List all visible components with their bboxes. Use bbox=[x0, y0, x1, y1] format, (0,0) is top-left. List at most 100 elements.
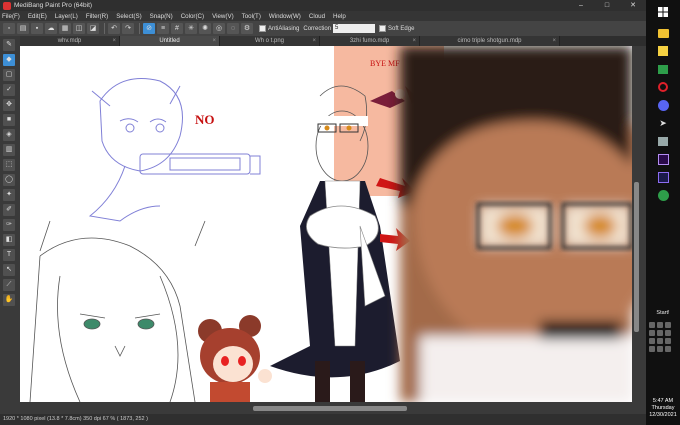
snap-radial-icon[interactable]: ✺ bbox=[199, 23, 211, 34]
close-tab-icon[interactable]: × bbox=[552, 36, 556, 46]
menu-select[interactable]: Select(S) bbox=[116, 13, 141, 20]
vertical-scroll-thumb[interactable] bbox=[634, 182, 639, 332]
grid-icon[interactable]: ▦ bbox=[59, 23, 71, 34]
snap-parallel-icon[interactable]: ≡ bbox=[157, 23, 169, 34]
drawing-canvas[interactable]: NO BYE MF bbox=[20, 46, 632, 402]
tray-icon[interactable] bbox=[665, 330, 671, 336]
window-title: MediBang Paint Pro (64bit) bbox=[14, 2, 93, 9]
close-tab-icon[interactable]: × bbox=[212, 36, 216, 46]
tray-icon[interactable] bbox=[657, 330, 663, 336]
open-file-icon[interactable]: ▤ bbox=[17, 23, 29, 34]
brush-tool-icon[interactable]: ✎ bbox=[3, 39, 15, 51]
tab-3zhi-fumo[interactable]: 3zhi fumo.mdp × bbox=[320, 36, 420, 46]
snap-curve-icon[interactable]: ◌ bbox=[227, 23, 239, 34]
sticky-notes-icon[interactable] bbox=[653, 42, 673, 60]
tray-icon[interactable] bbox=[665, 346, 671, 352]
windows-start-icon[interactable] bbox=[646, 0, 680, 24]
rectangle-tool-icon[interactable]: ■ bbox=[3, 114, 15, 126]
photoshop-icon[interactable] bbox=[653, 168, 673, 186]
tray-icon[interactable] bbox=[665, 338, 671, 344]
premiere-icon[interactable] bbox=[653, 150, 673, 168]
antialiasing-checkbox[interactable]: AntiAliasing bbox=[259, 25, 299, 32]
app-icon[interactable] bbox=[653, 132, 673, 150]
eyedropper-tool-icon[interactable]: ⟋ bbox=[3, 279, 15, 291]
tool-options-bar: ▫ ▤ ▪ ☁ ▦ ◫ ◪ ↶ ↷ ⊘ ≡ # ✳ ✺ ◎ ◌ ⚙ AntiAl… bbox=[0, 21, 646, 36]
tray-icon[interactable] bbox=[649, 330, 655, 336]
medibang-icon[interactable] bbox=[653, 186, 673, 204]
tray-icon[interactable] bbox=[657, 346, 663, 352]
toolbar-divider bbox=[104, 23, 105, 34]
snap-off-icon[interactable]: ⊘ bbox=[143, 23, 155, 34]
discord-icon[interactable] bbox=[653, 96, 673, 114]
tray-icon[interactable] bbox=[649, 322, 655, 328]
close-tab-icon[interactable]: × bbox=[312, 36, 316, 46]
new-file-icon[interactable]: ▫ bbox=[3, 23, 15, 34]
opera-icon[interactable] bbox=[653, 78, 673, 96]
operation-tool-icon[interactable]: ↖ bbox=[3, 264, 15, 276]
horizontal-scroll-thumb[interactable] bbox=[253, 406, 407, 411]
lasso-tool-icon[interactable]: ◯ bbox=[3, 174, 15, 186]
divide-tool-icon[interactable]: ◧ bbox=[3, 234, 15, 246]
menu-help[interactable]: Help bbox=[333, 13, 346, 20]
close-tab-icon[interactable]: × bbox=[412, 36, 416, 46]
fill-tool-icon[interactable]: ◈ bbox=[3, 129, 15, 141]
eraser-tool-icon[interactable]: ◆ bbox=[3, 54, 15, 66]
snap-cross-icon[interactable]: # bbox=[171, 23, 183, 34]
magic-wand-tool-icon[interactable]: ✦ bbox=[3, 189, 15, 201]
pen-tool-icon[interactable]: ✓ bbox=[3, 84, 15, 96]
close-button[interactable]: ✕ bbox=[620, 0, 646, 11]
menu-color[interactable]: Color(C) bbox=[181, 13, 204, 20]
close-tab-icon[interactable]: × bbox=[112, 36, 116, 46]
file-explorer-icon[interactable] bbox=[653, 24, 673, 42]
tab-label: cirno triple shotgun.mdp bbox=[457, 38, 522, 44]
layer-icon[interactable]: ◫ bbox=[73, 23, 85, 34]
correction-select[interactable]: 5 bbox=[333, 24, 376, 33]
transform-icon[interactable]: ◪ bbox=[87, 23, 99, 34]
menu-view[interactable]: View(V) bbox=[212, 13, 234, 20]
soft-edge-box[interactable] bbox=[379, 25, 387, 32]
soft-edge-checkbox[interactable]: Soft Edge bbox=[379, 25, 414, 32]
select-rect-tool-icon[interactable]: ⬚ bbox=[3, 159, 15, 171]
tab-whv[interactable]: whv.mdp × bbox=[20, 36, 120, 46]
menu-file[interactable]: File(F) bbox=[2, 13, 20, 20]
snap-vanish-icon[interactable]: ✳ bbox=[185, 23, 197, 34]
undo-icon[interactable]: ↶ bbox=[108, 23, 120, 34]
text-tool-icon[interactable]: T bbox=[3, 249, 15, 261]
tab-cirno-triple-shotgun[interactable]: cirno triple shotgun.mdp × bbox=[420, 36, 560, 46]
vertical-scrollbar[interactable] bbox=[632, 46, 641, 402]
snap-settings-icon[interactable]: ⚙ bbox=[241, 23, 253, 34]
tab-who-t[interactable]: Wh o t.png × bbox=[220, 36, 320, 46]
antialiasing-box[interactable] bbox=[259, 25, 266, 32]
menu-edit[interactable]: Edit(E) bbox=[28, 13, 47, 20]
maximize-button[interactable]: □ bbox=[594, 0, 620, 11]
menu-window[interactable]: Window(W) bbox=[269, 13, 301, 20]
select-pen-tool-icon[interactable]: ✐ bbox=[3, 204, 15, 216]
tray-icon[interactable] bbox=[649, 338, 655, 344]
no-text: NO bbox=[195, 112, 215, 127]
cloud-icon[interactable]: ☁ bbox=[45, 23, 57, 34]
save-icon[interactable]: ▪ bbox=[31, 23, 43, 34]
photos-icon[interactable] bbox=[653, 60, 673, 78]
minimize-button[interactable]: – bbox=[568, 0, 594, 11]
menu-layer[interactable]: Layer(L) bbox=[55, 13, 78, 20]
select-eraser-tool-icon[interactable]: ✑ bbox=[3, 219, 15, 231]
menu-bar: File(F) Edit(E) Layer(L) Filter(R) Selec… bbox=[0, 11, 646, 21]
tab-untitled[interactable]: Untitled × bbox=[120, 36, 220, 46]
system-clock[interactable]: 5:47 AM Thursday 12/30/2021 bbox=[646, 398, 680, 419]
tray-icon[interactable] bbox=[649, 346, 655, 352]
horizontal-scrollbar[interactable] bbox=[20, 404, 632, 413]
tray-icon[interactable] bbox=[665, 322, 671, 328]
menu-tool[interactable]: Tool(T) bbox=[242, 13, 261, 20]
tray-icon[interactable] bbox=[657, 322, 663, 328]
snap-circle-icon[interactable]: ◎ bbox=[213, 23, 225, 34]
gradient-tool-icon[interactable]: ▥ bbox=[3, 144, 15, 156]
tray-icon[interactable] bbox=[657, 338, 663, 344]
menu-snap[interactable]: Snap(N) bbox=[150, 13, 173, 20]
menu-filter[interactable]: Filter(R) bbox=[86, 13, 108, 20]
dot-tool-icon[interactable]: ▢ bbox=[3, 69, 15, 81]
move-tool-icon[interactable]: ✥ bbox=[3, 99, 15, 111]
redo-icon[interactable]: ↷ bbox=[122, 23, 134, 34]
menu-cloud[interactable]: Cloud bbox=[309, 13, 325, 20]
system-tray bbox=[649, 322, 677, 352]
hand-tool-icon[interactable]: ✋ bbox=[3, 294, 15, 306]
